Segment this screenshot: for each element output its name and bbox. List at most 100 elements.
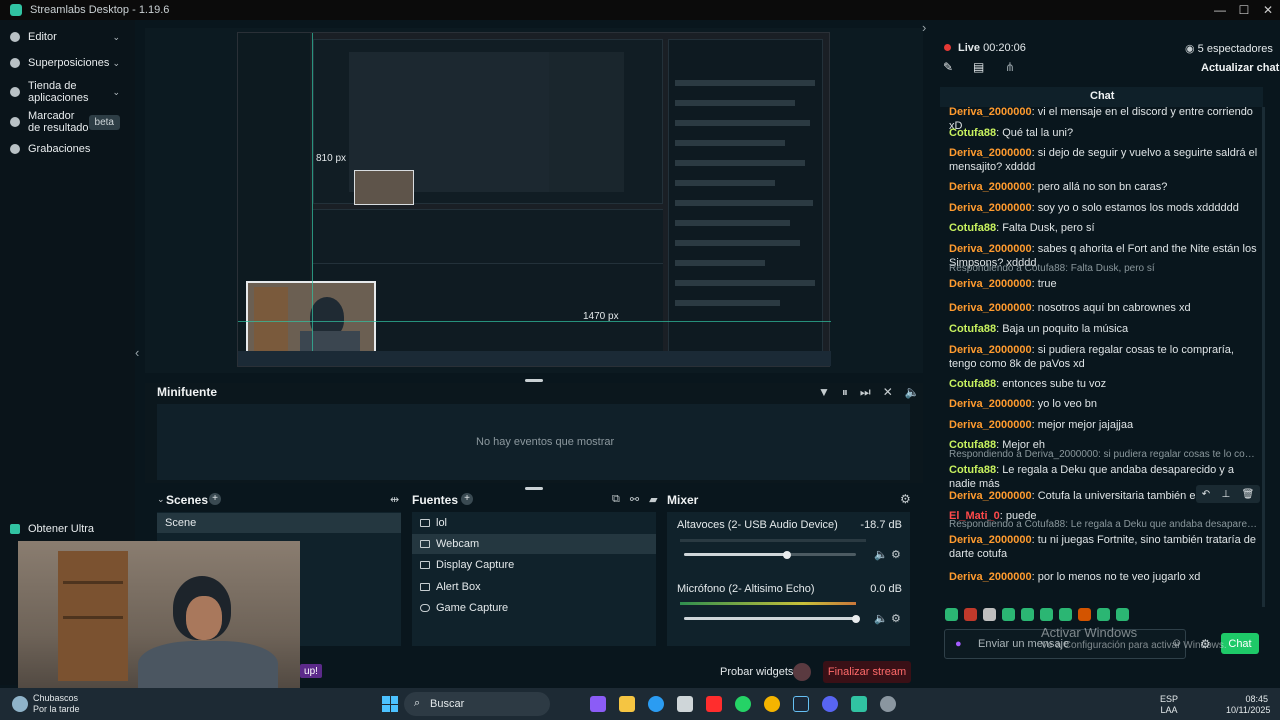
preview-webcam-source[interactable] — [246, 281, 376, 357]
scene-item[interactable]: Scene — [157, 513, 401, 533]
steam-icon[interactable] — [793, 696, 809, 712]
chat-username[interactable]: Deriva_2000000 — [949, 147, 1032, 159]
edge-icon[interactable] — [648, 696, 664, 712]
source-filters-icon[interactable]: ⚯ — [630, 493, 639, 506]
emote-icon[interactable] — [1097, 608, 1110, 621]
chevron-left-icon[interactable]: ‹ — [135, 345, 139, 360]
store-icon[interactable] — [677, 696, 693, 712]
chat-username[interactable]: Deriva_2000000 — [949, 202, 1032, 214]
clock[interactable]: 08:45 10/11/2025 — [1226, 694, 1270, 716]
chat-username[interactable]: Deriva_2000000 — [949, 534, 1032, 546]
sidebar-item-app-store[interactable]: Tienda de aplicaciones ⌄ — [0, 78, 130, 106]
mute-alerts-icon[interactable]: ✕ — [883, 385, 893, 400]
copilot-icon[interactable] — [590, 696, 606, 712]
chat-username[interactable]: Cotufa88 — [949, 127, 996, 139]
obtain-ultra-button[interactable]: Obtener Ultra — [0, 521, 130, 537]
emote-icon[interactable] — [1116, 608, 1129, 621]
chat-username[interactable]: Deriva_2000000 — [949, 181, 1032, 193]
source-settings-icon[interactable]: ⧉ — [612, 493, 620, 506]
chat-scrollbar[interactable] — [1262, 107, 1265, 607]
gear-icon[interactable]: ⚙ — [891, 548, 901, 561]
mic-icon[interactable]: ● — [955, 638, 962, 650]
file-explorer-icon[interactable] — [619, 696, 635, 712]
chat-message[interactable]: Cotufa88: Baja un poquito la música — [949, 322, 1261, 336]
emote-icon[interactable] — [1078, 608, 1091, 621]
source-item[interactable]: lol — [412, 513, 656, 533]
emote-icon[interactable] — [1021, 608, 1034, 621]
volume-slider[interactable] — [684, 553, 856, 556]
chat-message[interactable]: Cotufa88: Falta Dusk, pero sí — [949, 221, 1261, 235]
sidebar-item-recordings[interactable]: Grabaciones — [0, 140, 130, 158]
resize-handle[interactable] — [525, 487, 543, 490]
chat-username[interactable]: Deriva_2000000 — [949, 571, 1032, 583]
maximize-icon[interactable]: ☐ — [1232, 0, 1256, 20]
emote-icon[interactable] — [1002, 608, 1015, 621]
send-chat-button[interactable]: Chat — [1221, 633, 1259, 654]
emote-icon[interactable] — [983, 608, 996, 621]
windows-start-icon[interactable] — [382, 696, 398, 712]
streamlabs-icon[interactable] — [851, 696, 867, 712]
collapse-icon[interactable]: ⌄ — [157, 494, 165, 505]
gear-icon[interactable]: ⚙ — [900, 492, 911, 506]
chat-username[interactable]: Deriva_2000000 — [949, 302, 1032, 314]
chat-message[interactable]: Deriva_2000000: por lo menos no te veo j… — [949, 570, 1261, 584]
end-stream-button[interactable]: Finalizar stream — [823, 661, 911, 683]
language-indicator[interactable]: ESP LAA — [1160, 694, 1178, 716]
discord-icon[interactable] — [822, 696, 838, 712]
chat-message[interactable]: Deriva_2000000: true — [949, 277, 1261, 291]
skip-icon[interactable]: ⏭ — [860, 385, 871, 400]
sidebar-item-editor[interactable]: Editor ⌄ — [0, 28, 130, 46]
chat-username[interactable]: Deriva_2000000 — [949, 106, 1032, 118]
delete-icon[interactable]: 🗑 — [1242, 489, 1255, 500]
webcam-overlay[interactable] — [18, 541, 300, 698]
sidebar-item-scoreboard[interactable]: Marcador de resultado beta — [0, 108, 130, 136]
emote-icon[interactable] — [945, 608, 958, 621]
filter-icon[interactable]: ▼ — [818, 385, 830, 400]
chat-username[interactable]: Deriva_2000000 — [949, 490, 1032, 502]
chat-username[interactable]: Cotufa88 — [949, 323, 996, 335]
close-icon[interactable]: ✕ — [1256, 0, 1280, 20]
emote-icon[interactable] — [1059, 608, 1072, 621]
source-item[interactable]: Webcam — [412, 534, 656, 554]
edit-icon[interactable]: ✎ — [943, 60, 953, 74]
emote-icon[interactable] — [1040, 608, 1053, 621]
sidebar-item-overlays[interactable]: Superposiciones ⌄ — [0, 54, 130, 72]
stream-info-icon[interactable]: ▤ — [973, 60, 984, 74]
chat-message[interactable]: Deriva_2000000: si dejo de seguir y vuel… — [949, 146, 1261, 174]
emote-icon[interactable] — [964, 608, 977, 621]
volume-slider-knob[interactable] — [783, 551, 792, 559]
volume-icon[interactable]: 🔈 — [905, 385, 920, 400]
speaker-icon[interactable]: 🔈 — [874, 612, 888, 625]
chat-username[interactable]: Deriva_2000000 — [949, 398, 1032, 410]
chat-message[interactable]: Deriva_2000000: yo lo veo bn — [949, 397, 1261, 411]
reply-icon[interactable]: ↶ — [1202, 489, 1210, 500]
pause-icon[interactable]: ⏸ — [842, 385, 848, 400]
taskbar-search[interactable]: ⌕ Buscar — [404, 692, 550, 716]
source-item[interactable]: Display Capture — [412, 555, 656, 575]
chat-username[interactable]: Deriva_2000000 — [949, 278, 1032, 290]
share-icon[interactable]: ⋔ — [1005, 60, 1015, 74]
speaker-icon[interactable]: 🔈 — [874, 548, 888, 561]
resize-handle[interactable] — [525, 379, 543, 382]
chat-message[interactable]: Deriva_2000000: nosotros aquí bn cabrown… — [949, 301, 1261, 315]
minimize-icon[interactable]: — — [1208, 0, 1232, 20]
chat-message[interactable]: Cotufa88: entonces sube tu voz — [949, 377, 1261, 391]
weather-widget[interactable]: Chubascos Por la tarde — [33, 693, 80, 715]
chat-username[interactable]: Cotufa88 — [949, 222, 996, 234]
chrome-icon[interactable] — [764, 696, 780, 712]
whatsapp-icon[interactable] — [735, 696, 751, 712]
chat-username[interactable]: Cotufa88 — [949, 378, 996, 390]
settings-icon[interactable] — [880, 696, 896, 712]
stream-preview[interactable]: 810 px 1470 px — [237, 32, 831, 367]
source-item[interactable]: Alert Box — [412, 577, 656, 597]
add-scene-icon[interactable]: + — [209, 493, 221, 505]
youtube-icon[interactable] — [706, 696, 722, 712]
scene-transitions-icon[interactable]: ⇹ — [390, 493, 399, 506]
test-widgets-button[interactable]: Probar widgets — [720, 666, 793, 678]
chat-message[interactable]: Deriva_2000000: mejor mejor jajajjaa — [949, 418, 1261, 432]
add-source-icon[interactable]: + — [461, 493, 473, 505]
volume-slider-knob[interactable] — [852, 615, 860, 623]
volume-slider[interactable] — [684, 617, 856, 620]
chat-username[interactable]: Cotufa88 — [949, 464, 996, 476]
chat-username[interactable]: Deriva_2000000 — [949, 419, 1032, 431]
